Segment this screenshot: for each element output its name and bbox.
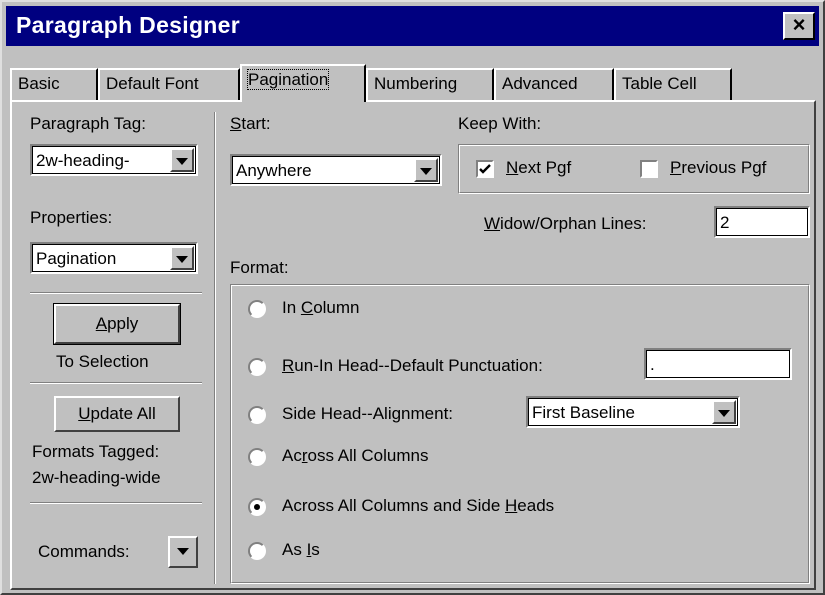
paragraph-tag-value: 2w-heading- xyxy=(36,151,130,170)
tab-numbering-label: Numbering xyxy=(374,74,458,93)
to-selection-label: To Selection xyxy=(56,352,149,371)
tab-table-cell[interactable]: Table Cell xyxy=(614,68,732,100)
tab-advanced-label: Advanced xyxy=(502,74,578,93)
chevron-down-icon[interactable] xyxy=(170,246,194,270)
properties-dropdown[interactable]: Pagination xyxy=(30,242,198,274)
divider xyxy=(30,502,202,504)
tab-table-cell-label: Table Cell xyxy=(622,74,697,93)
previous-pgf-checkbox[interactable] xyxy=(640,160,658,178)
chevron-down-icon xyxy=(177,548,189,555)
punctuation-input[interactable]: . xyxy=(644,348,792,380)
window-title: Paragraph Designer xyxy=(16,12,240,38)
start-label: Start: xyxy=(230,114,271,133)
divider xyxy=(30,292,202,294)
punctuation-value: . xyxy=(650,355,655,374)
update-all-button[interactable]: Update All xyxy=(54,396,180,432)
properties-value: Pagination xyxy=(36,249,117,268)
keep-with-label: Keep With: xyxy=(458,114,542,133)
as-is-label[interactable]: As Is xyxy=(282,540,320,560)
across-all-columns-label[interactable]: Across All Columns xyxy=(282,446,428,466)
tab-advanced[interactable]: Advanced xyxy=(494,68,614,100)
across-all-columns-side-heads-label[interactable]: Across All Columns and Side Heads xyxy=(282,496,554,516)
paragraph-tag-label: Paragraph Tag: xyxy=(30,114,146,133)
title-bar[interactable]: Paragraph Designer × xyxy=(6,6,819,46)
radio-selected-dot xyxy=(254,504,260,510)
next-pgf-checkbox[interactable] xyxy=(476,160,494,178)
formats-tagged-label: Formats Tagged: xyxy=(32,442,160,461)
paragraph-designer-window: Paragraph Designer × Basic Default Font … xyxy=(0,0,825,595)
apply-hotkey: A xyxy=(95,314,108,333)
apply-label: pply xyxy=(107,314,139,333)
tag-name-value: 2w-heading-wide xyxy=(32,468,161,487)
tab-pagination[interactable]: Pagination xyxy=(240,64,366,102)
tab-default-font[interactable]: Default Font xyxy=(98,68,240,100)
divider xyxy=(30,382,202,384)
widow-orphan-input[interactable]: 2 xyxy=(714,206,810,238)
format-group xyxy=(230,284,810,584)
side-head-alignment-dropdown[interactable]: First Baseline xyxy=(526,396,740,428)
checkmark-icon xyxy=(479,164,491,174)
run-in-head-radio[interactable] xyxy=(248,358,266,376)
widow-orphan-value: 2 xyxy=(720,213,730,232)
tab-basic-label: Basic xyxy=(18,74,60,93)
in-column-radio[interactable] xyxy=(248,300,266,318)
tab-basic[interactable]: Basic xyxy=(10,68,98,100)
across-all-columns-radio[interactable] xyxy=(248,448,266,466)
close-button[interactable]: × xyxy=(783,12,815,40)
side-head-radio[interactable] xyxy=(248,406,266,424)
tab-numbering[interactable]: Numbering xyxy=(366,68,494,100)
commands-label: Commands: xyxy=(38,542,130,561)
format-label: Format: xyxy=(230,258,289,277)
update-hotkey: U xyxy=(78,404,91,423)
tab-default-font-label: Default Font xyxy=(106,74,199,93)
chevron-down-icon[interactable] xyxy=(712,400,736,424)
properties-label: Properties: xyxy=(30,208,113,227)
across-all-columns-side-heads-radio[interactable] xyxy=(248,498,266,516)
chevron-down-icon[interactable] xyxy=(170,148,194,172)
paragraph-tag-dropdown[interactable]: 2w-heading- xyxy=(30,144,198,176)
start-dropdown[interactable]: Anywhere xyxy=(230,154,442,186)
next-pgf-label[interactable]: Next Pgf xyxy=(506,158,571,178)
chevron-down-icon[interactable] xyxy=(414,158,438,182)
update-label: pdate All xyxy=(90,404,156,423)
vertical-divider xyxy=(214,112,216,584)
side-head-alignment-value: First Baseline xyxy=(532,403,635,422)
commands-button[interactable] xyxy=(168,536,198,568)
widow-orphan-label: Widow/Orphan Lines: xyxy=(484,214,647,233)
run-in-head-label[interactable]: Run-In Head--Default Punctuation: xyxy=(282,356,543,376)
side-head-label[interactable]: Side Head--Alignment: xyxy=(282,404,453,424)
start-value: Anywhere xyxy=(236,161,312,180)
as-is-radio[interactable] xyxy=(248,542,266,560)
close-icon: × xyxy=(792,12,806,37)
tab-pagination-label: Pagination xyxy=(246,69,330,90)
previous-pgf-label[interactable]: Previous Pgf xyxy=(670,158,766,178)
in-column-label[interactable]: In Column xyxy=(282,298,360,318)
apply-button[interactable]: Apply xyxy=(53,303,181,345)
